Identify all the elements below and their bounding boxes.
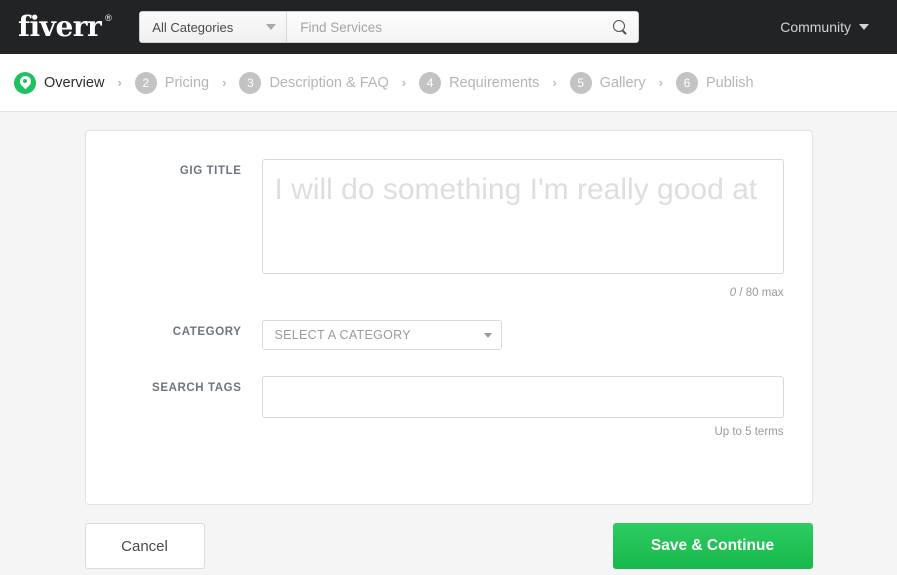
cancel-button[interactable]: Cancel <box>84 523 205 569</box>
gig-title-label: GIG TITLE <box>179 165 242 177</box>
community-menu-label: Community <box>780 19 851 35</box>
search-tags-row: SEARCH TAGS Up to 5 terms <box>114 376 784 438</box>
search-tags-control: Up to 5 terms <box>261 376 784 438</box>
category-row: CATEGORY SELECT A CATEGORY <box>114 320 784 350</box>
breadcrumb-separator: › <box>222 75 227 90</box>
breadcrumb-separator: › <box>401 75 407 90</box>
fiverr-logo[interactable]: fiverr ® <box>18 10 112 43</box>
step-description-faq-badge: 3 <box>239 71 262 94</box>
step-gallery[interactable]: 5 Gallery <box>569 71 646 94</box>
search-tags-label: SEARCH TAGS <box>152 382 242 394</box>
step-requirements-badge: 4 <box>419 71 442 94</box>
search-tags-hint: Up to 5 terms <box>714 426 784 438</box>
main-content: GIG TITLE 0 / 80 max CATEGORY SELECT A C… <box>0 112 897 569</box>
community-menu[interactable]: Community <box>780 19 879 35</box>
registered-trademark-icon: ® <box>105 13 112 23</box>
gig-title-counter: 0 / 80 max <box>262 287 784 299</box>
card-bottom-spacer <box>114 438 784 482</box>
step-publish-label: Publish <box>705 74 754 91</box>
gig-title-input[interactable] <box>261 159 784 274</box>
top-navigation-bar: fiverr ® All Categories Find Services Com… <box>0 0 897 54</box>
search-input-placeholder: Find Services <box>300 19 383 35</box>
category-select-value: SELECT A CATEGORY <box>274 328 411 342</box>
form-actions: Cancel Save & Continue <box>84 523 813 569</box>
category-select[interactable]: SELECT A CATEGORY <box>261 320 502 350</box>
breadcrumb-separator: › <box>658 75 663 90</box>
step-gallery-badge: 5 <box>569 71 592 94</box>
global-search-group: All Categories Find Services <box>139 11 640 43</box>
logo-text: fiverr <box>18 10 102 43</box>
gig-title-control: 0 / 80 max <box>261 159 784 299</box>
category-control: SELECT A CATEGORY <box>261 320 784 350</box>
gig-title-counter-count: 0 <box>729 287 737 299</box>
step-description-faq[interactable]: 3 Description & FAQ <box>239 71 389 94</box>
chevron-down-icon <box>483 332 492 338</box>
step-requirements[interactable]: 4 Requirements <box>419 71 540 94</box>
step-overview-label: Overview <box>44 74 105 91</box>
chevron-down-icon <box>266 24 277 30</box>
step-pricing-label: Pricing <box>164 74 210 91</box>
breadcrumb-separator: › <box>552 75 557 90</box>
save-and-continue-button[interactable]: Save & Continue <box>612 523 813 569</box>
gig-overview-form-card: GIG TITLE 0 / 80 max CATEGORY SELECT A C… <box>84 130 813 505</box>
search-input[interactable]: Find Services <box>287 11 640 43</box>
step-requirements-label: Requirements <box>449 74 540 91</box>
breadcrumb-separator: › <box>117 75 122 90</box>
step-description-faq-label: Description & FAQ <box>269 74 389 91</box>
category-dropdown-label: All Categories <box>152 19 234 35</box>
category-label: CATEGORY <box>172 326 242 338</box>
gig-title-counter-suffix: / 80 max <box>739 287 784 299</box>
category-dropdown[interactable]: All Categories <box>139 11 288 43</box>
step-pricing-badge: 2 <box>134 71 157 94</box>
search-icon[interactable] <box>613 19 628 35</box>
step-overview[interactable]: Overview <box>14 71 105 94</box>
step-publish-badge: 6 <box>675 71 698 94</box>
step-pricing[interactable]: 2 Pricing <box>134 71 210 94</box>
gig-steps-breadcrumb: Overview › 2 Pricing › 3 Description & F… <box>0 54 897 112</box>
location-pin-icon <box>20 76 31 90</box>
search-tags-input[interactable] <box>261 376 784 418</box>
step-gallery-label: Gallery <box>599 74 646 91</box>
chevron-down-icon <box>859 24 869 30</box>
gig-title-row: GIG TITLE 0 / 80 max <box>114 159 784 299</box>
step-publish[interactable]: 6 Publish <box>675 71 754 94</box>
step-overview-badge <box>14 71 36 94</box>
